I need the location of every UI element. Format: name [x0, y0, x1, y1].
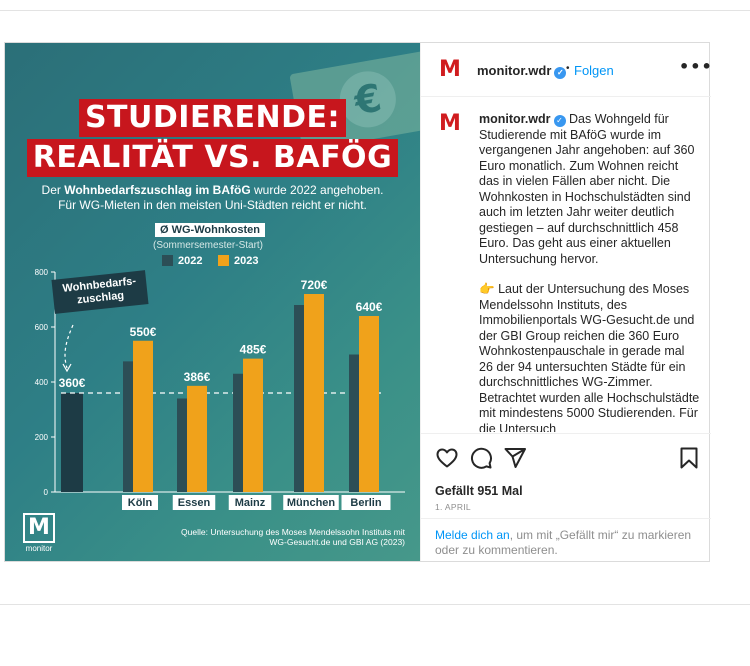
category-label-Mainz: Mainz [235, 497, 266, 509]
bar-2023-Köln [133, 340, 153, 492]
caption-username[interactable]: monitor.wdr [479, 112, 551, 126]
instagram-post: € STUDIERENDE: REALITÄT VS. BAFÖG Der Wo… [4, 42, 713, 562]
monitor-avatar-logo: M [439, 111, 461, 136]
post-image[interactable]: € STUDIERENDE: REALITÄT VS. BAFÖG Der Wo… [5, 43, 420, 561]
callout-arrow [64, 324, 74, 369]
category-label-Essen: Essen [178, 497, 211, 509]
login-prompt: Melde dich an, um mit „Gefällt mir“ zu m… [421, 518, 711, 562]
y-tick-label: 0 [44, 488, 49, 497]
category-label-Köln: Köln [128, 497, 153, 509]
data-label-Berlin: 640€ [356, 300, 383, 314]
avatar[interactable]: M [437, 57, 463, 83]
data-label-Mainz: 485€ [240, 343, 267, 357]
top-divider [0, 10, 750, 11]
source-footnote: Quelle: Untersuchung des Moses Mendelsso… [181, 527, 405, 547]
monitor-logo: M monitor [23, 513, 55, 553]
comment-icon[interactable] [469, 446, 493, 470]
data-label-München: 720€ [301, 278, 328, 292]
monitor-avatar-logo: M [439, 57, 461, 82]
logo-text: monitor [25, 544, 53, 553]
login-link[interactable]: Melde dich an [435, 528, 510, 542]
caption-paragraph-2: Laut der Untersuchung des Moses Mendelss… [479, 282, 700, 432]
send-icon[interactable] [503, 446, 527, 470]
logo-letter: M [23, 513, 55, 543]
header-username-text: monitor.wdr [477, 63, 552, 78]
reference-bar-label: 360€ [59, 376, 86, 390]
pointing-hand-icon: 👉 [479, 282, 495, 296]
caption-paragraph-1: Das Wohngeld für Studierende mit BAföG w… [479, 112, 695, 266]
separator-dot: • [566, 63, 570, 74]
category-label-München: München [287, 497, 336, 509]
data-label-Essen: 386€ [184, 370, 211, 384]
verified-badge-icon: ✓ [553, 115, 566, 127]
bar-2023-Mainz [243, 358, 263, 492]
y-tick-label: 600 [35, 323, 49, 332]
heart-icon[interactable] [435, 446, 459, 470]
post-caption: monitor.wdr ✓ Das Wohngeld für Studierend… [479, 112, 701, 432]
post-header: M monitor.wdr ✓ • Folgen ••• [421, 43, 713, 97]
post-date[interactable]: 1. APRIL [435, 502, 471, 512]
y-tick-label: 800 [35, 268, 49, 277]
bar-2023-Essen [187, 385, 207, 492]
post-actions: Gefällt 951 Mal 1. APRIL Melde dich an, … [421, 433, 711, 561]
caption-avatar[interactable]: M [437, 111, 463, 137]
more-options-icon[interactable]: ••• [679, 57, 713, 76]
likes-count[interactable]: Gefällt 951 Mal [435, 484, 523, 498]
bottom-divider [0, 604, 750, 605]
reference-bar-360 [61, 393, 83, 492]
bar-2023-Berlin [359, 316, 379, 492]
bookmark-icon[interactable] [677, 446, 701, 470]
y-tick-label: 200 [35, 433, 49, 442]
verified-badge-icon: ✓ [554, 67, 567, 79]
header-username[interactable]: monitor.wdr ✓ [477, 63, 567, 79]
data-label-Köln: 550€ [130, 325, 157, 339]
y-tick-label: 400 [35, 378, 49, 387]
bar-2023-München [304, 294, 324, 492]
follow-button[interactable]: Folgen [574, 63, 614, 78]
category-label-Berlin: Berlin [350, 497, 381, 509]
post-side-panel: M monitor.wdr ✓ • Folgen ••• M monitor.wd… [420, 43, 713, 561]
